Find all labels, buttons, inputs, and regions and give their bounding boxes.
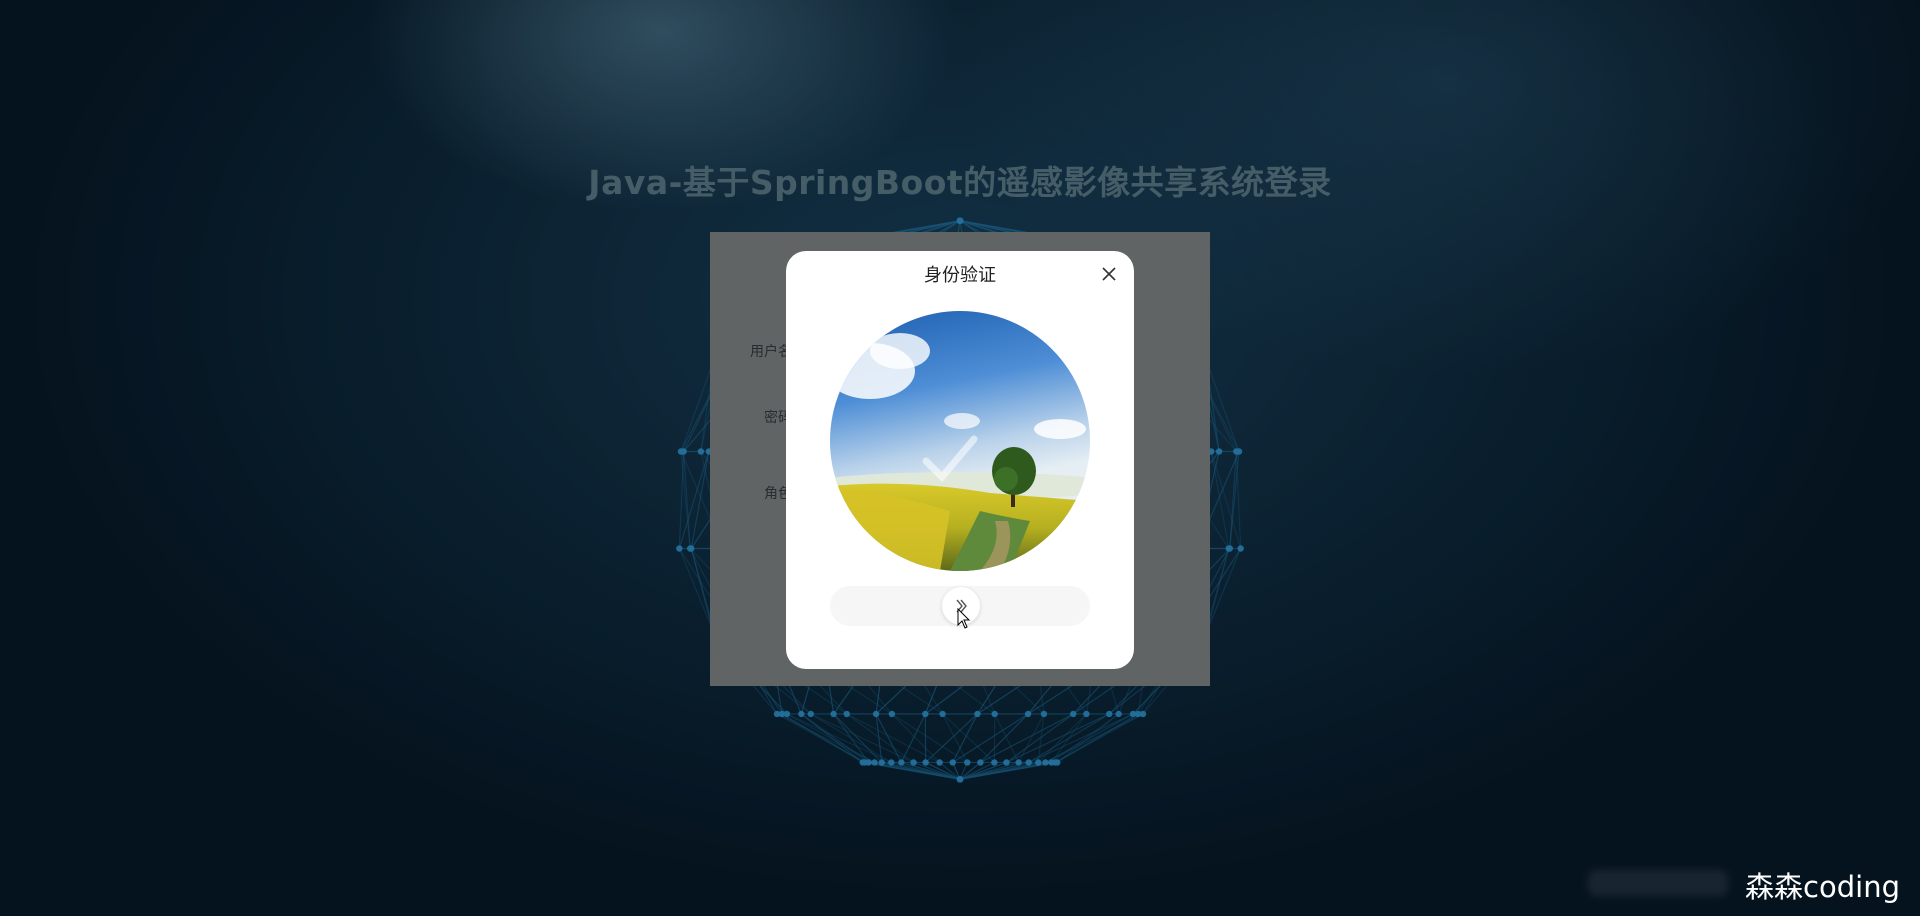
blurred-text (1588, 870, 1728, 896)
landscape-image (830, 311, 1090, 571)
captcha-dialog: 身份验证 (786, 251, 1134, 669)
close-icon (1102, 267, 1116, 281)
watermark: 森森coding (1745, 870, 1900, 904)
dialog-title: 身份验证 (924, 265, 996, 286)
close-button[interactable] (1094, 259, 1124, 289)
captcha-image (830, 311, 1090, 571)
mouse-cursor-icon (957, 608, 971, 629)
